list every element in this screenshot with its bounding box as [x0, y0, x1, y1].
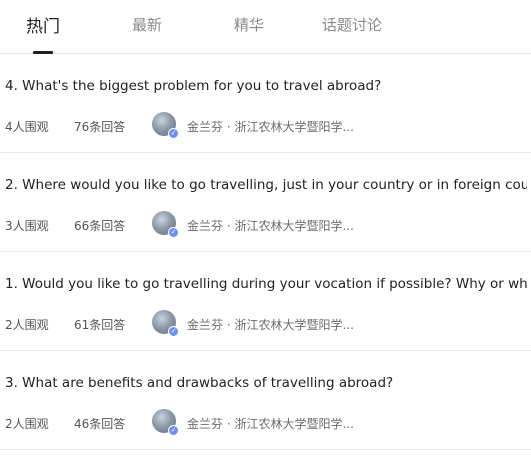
answer-count: 66条回答	[74, 219, 126, 233]
question-title[interactable]: 1. Would you like to go travelling durin…	[5, 276, 527, 292]
verified-badge-icon: ✓	[168, 128, 179, 139]
question-meta: 4人围观 76条回答 ✓ 金兰芬 · 浙江农林大学暨阳学...	[0, 112, 531, 140]
question-list: 4. What's the biggest problem for you to…	[0, 54, 531, 450]
tab-hot[interactable]: 热门	[26, 12, 60, 37]
verified-badge-icon: ✓	[168, 326, 179, 337]
question-meta: 3人围观 66条回答 ✓ 金兰芬 · 浙江农林大学暨阳学...	[0, 211, 531, 239]
avatar[interactable]: ✓	[152, 409, 179, 436]
view-count: 2人围观	[5, 318, 49, 332]
question-title[interactable]: 4. What's the biggest problem for you to…	[5, 78, 527, 94]
tab-bar: 热门 最新 精华 话题讨论	[0, 0, 531, 54]
tab-featured[interactable]: 精华	[234, 14, 264, 35]
verified-badge-icon: ✓	[168, 227, 179, 238]
view-count: 4人围观	[5, 120, 49, 134]
avatar[interactable]: ✓	[152, 310, 179, 337]
tab-topic-discussion[interactable]: 话题讨论	[322, 14, 382, 35]
author-info[interactable]: 金兰芬 · 浙江农林大学暨阳学...	[187, 316, 354, 333]
question-meta: 2人围观 61条回答 ✓ 金兰芬 · 浙江农林大学暨阳学...	[0, 310, 531, 338]
answer-count: 61条回答	[74, 318, 126, 332]
verified-badge-icon: ✓	[168, 425, 179, 436]
avatar[interactable]: ✓	[152, 112, 179, 139]
answer-count: 76条回答	[74, 120, 126, 134]
question-title[interactable]: 3. What are benefits and drawbacks of tr…	[5, 375, 527, 391]
author-info[interactable]: 金兰芬 · 浙江农林大学暨阳学...	[187, 415, 354, 432]
question-item[interactable]: 2. Where would you like to go travelling…	[0, 153, 531, 252]
question-item[interactable]: 4. What's the biggest problem for you to…	[0, 54, 531, 153]
view-count: 3人围观	[5, 219, 49, 233]
question-item[interactable]: 1. Would you like to go travelling durin…	[0, 252, 531, 351]
avatar[interactable]: ✓	[152, 211, 179, 238]
author-info[interactable]: 金兰芬 · 浙江农林大学暨阳学...	[187, 217, 354, 234]
question-item[interactable]: 3. What are benefits and drawbacks of tr…	[0, 351, 531, 450]
view-count: 2人围观	[5, 417, 49, 431]
tab-latest[interactable]: 最新	[132, 14, 162, 35]
question-title[interactable]: 2. Where would you like to go travelling…	[5, 177, 527, 193]
question-meta: 2人围观 46条回答 ✓ 金兰芬 · 浙江农林大学暨阳学...	[0, 409, 531, 437]
answer-count: 46条回答	[74, 417, 126, 431]
author-info[interactable]: 金兰芬 · 浙江农林大学暨阳学...	[187, 118, 354, 135]
